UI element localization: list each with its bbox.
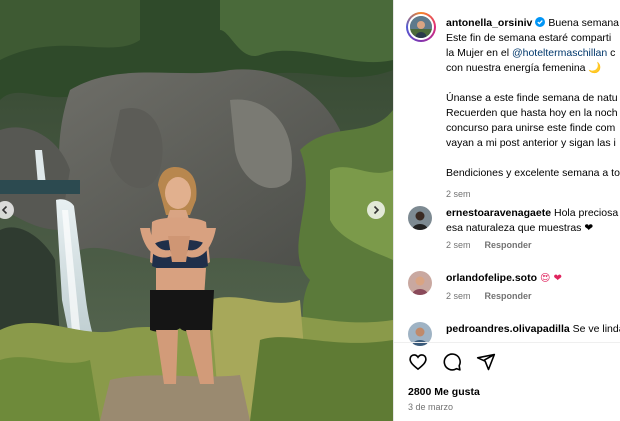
likes-count[interactable]: 2800 Me gusta xyxy=(408,386,480,398)
comment-icon xyxy=(443,353,461,371)
post-actions xyxy=(408,352,496,372)
waterfall-photo xyxy=(0,0,393,421)
comment-text: 😍 ❤ xyxy=(539,273,562,284)
comment-time: 2 sem xyxy=(446,291,471,301)
reply-button[interactable]: Responder xyxy=(485,291,532,301)
comment-text-continued: esa naturaleza que muestras ❤ xyxy=(446,222,594,234)
comment-button[interactable] xyxy=(442,352,462,372)
caption-line: vayan a mi post anterior y sigan las i xyxy=(446,137,616,149)
caption-line: Este fin de semana estaré comparti xyxy=(446,32,612,44)
post-date: 3 de marzo xyxy=(408,402,454,412)
caption-line: concurso para unirse este finde com xyxy=(446,122,616,134)
share-button[interactable] xyxy=(476,352,496,372)
post-caption: antonella_orsiniv Buena semana t Este fin… xyxy=(446,16,620,202)
next-photo-button[interactable] xyxy=(367,201,385,219)
caption-line: Recuerden que hasta hoy en la noch xyxy=(446,107,618,119)
like-button[interactable] xyxy=(408,352,428,372)
chevron-left-icon xyxy=(1,205,8,215)
share-icon xyxy=(476,353,496,371)
commenter-avatar[interactable] xyxy=(408,206,432,230)
caption-line: Bendiciones y excelente semana a to xyxy=(446,167,620,179)
caption-line: Únanse a este finde semana de natu xyxy=(446,92,618,104)
comment-username[interactable]: pedroandres.olivapadilla xyxy=(446,323,570,335)
verified-badge-icon xyxy=(535,17,546,27)
author-avatar[interactable] xyxy=(406,12,436,42)
caption-line: la Mujer en el xyxy=(446,47,512,59)
hotel-mention-link[interactable]: @hoteltermaschillan xyxy=(512,47,607,59)
actions-divider xyxy=(394,342,620,343)
post-detail-panel: antonella_orsiniv Buena semana t Este fin… xyxy=(393,0,620,421)
avatar-photo xyxy=(410,16,432,38)
comment-username[interactable]: orlandofelipe.soto xyxy=(446,272,537,284)
comment-time: 2 sem xyxy=(446,240,471,250)
commenter-avatar[interactable] xyxy=(408,271,432,295)
comment-username[interactable]: ernestoaravenagaete xyxy=(446,207,551,219)
caption-line: c xyxy=(607,47,616,59)
chevron-right-icon xyxy=(373,205,380,215)
author-username[interactable]: antonella_orsiniv xyxy=(446,17,532,29)
heart-icon xyxy=(409,354,427,371)
post-photo xyxy=(0,0,393,421)
caption-line: con nuestra energía femenina 🌙 xyxy=(446,62,602,74)
caption-time: 2 sem xyxy=(446,189,471,199)
comment-text: Se ve linda xyxy=(572,323,620,335)
comment-text: Hola preciosa xyxy=(553,207,619,219)
reply-button[interactable]: Responder xyxy=(485,240,532,250)
caption-line: Buena semana t xyxy=(548,17,620,29)
